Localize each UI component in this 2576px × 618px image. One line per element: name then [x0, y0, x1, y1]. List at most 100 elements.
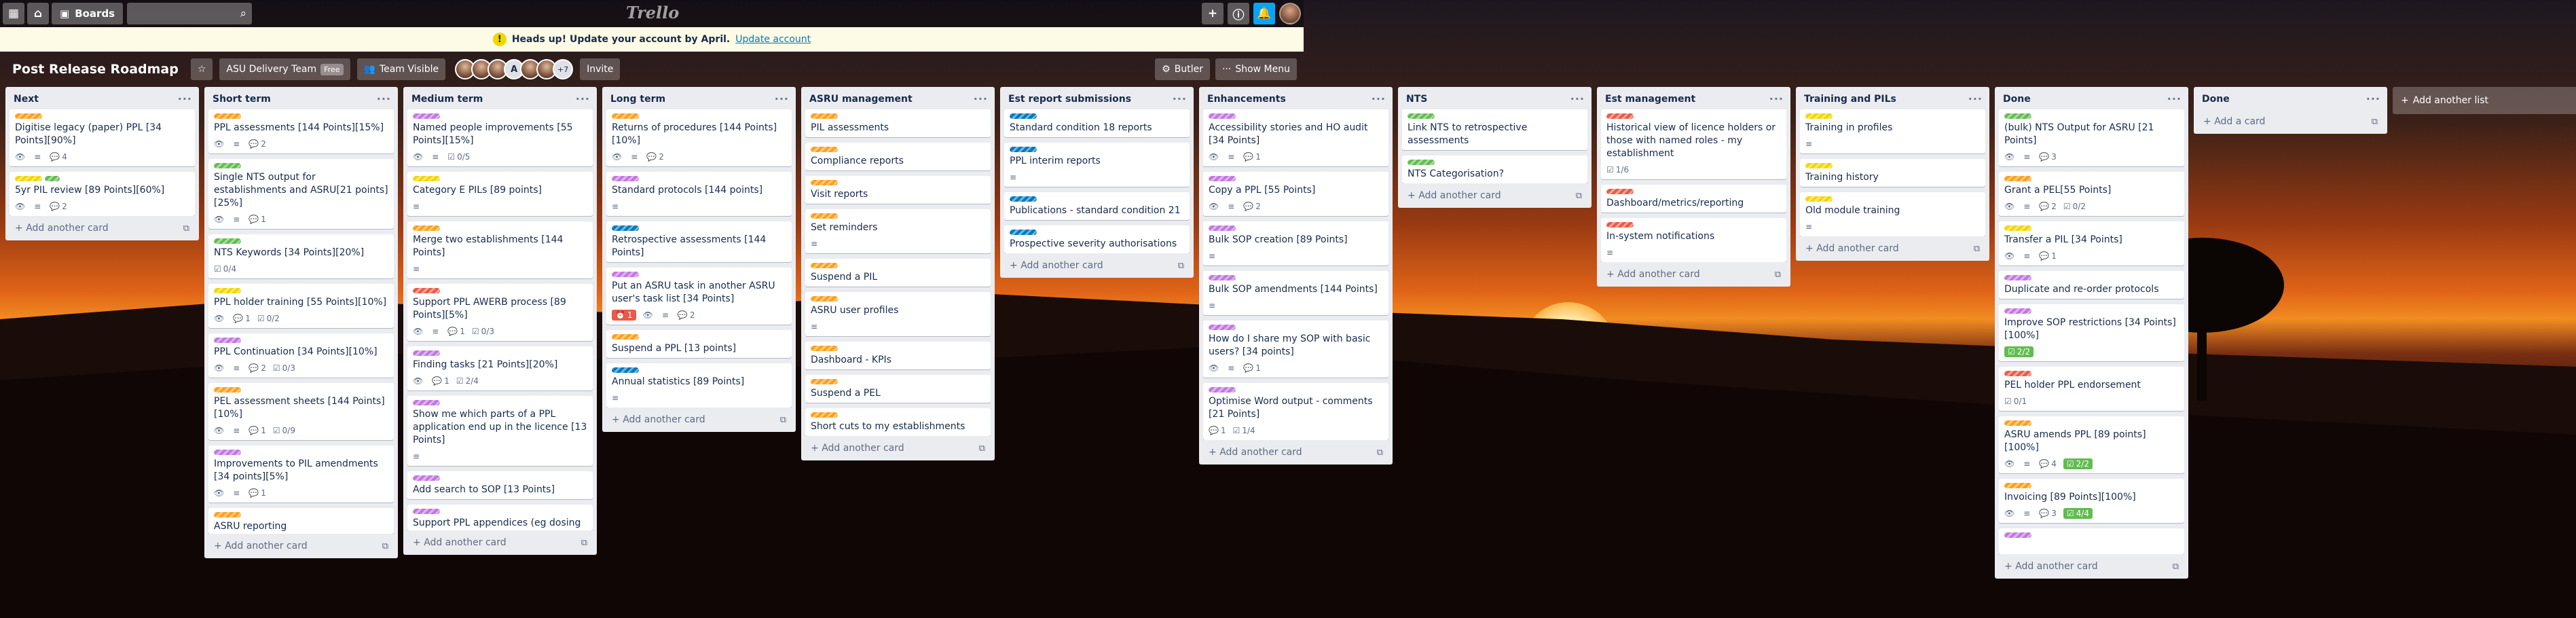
list-menu-icon[interactable]: ··· — [2366, 92, 2380, 105]
card[interactable]: Bulk SOP amendments [144 Points] ≡ — [1203, 271, 1388, 315]
list-header[interactable]: Next ··· — [5, 87, 199, 109]
card[interactable]: How do I share my SOP with basic users? … — [1203, 321, 1388, 378]
card[interactable]: Named people improvements [55 Points][15… — [407, 109, 593, 166]
card-template-icon[interactable]: ⧉ — [581, 538, 587, 548]
card[interactable]: ASRU amends PPL [89 points][100%] 👁 ≡ 💬 4 ☑ 2/… — [1999, 416, 2184, 473]
list-header[interactable]: Done ··· — [2194, 87, 2387, 109]
card[interactable]: Returns of procedures [144 Points][10%] 👁… — [606, 109, 792, 166]
add-card-button[interactable]: + Add another card ⧉ — [5, 216, 199, 240]
list[interactable]: Est management ··· Historical view of lice… — [1597, 87, 1790, 287]
list[interactable]: Next ··· Digitise legacy (paper) PPL [34 P… — [5, 87, 199, 240]
card[interactable]: NTS Categorisation? — [1402, 156, 1587, 183]
list[interactable]: Est report submissions ··· Standard condit… — [1000, 87, 1194, 278]
list-menu-icon[interactable]: ··· — [1968, 92, 1983, 105]
invite-button[interactable]: Invite — [580, 58, 621, 80]
list-menu-icon[interactable]: ··· — [1173, 92, 1187, 105]
list-title[interactable]: Short term — [213, 94, 271, 105]
update-account-link[interactable]: Update account — [735, 34, 811, 45]
create-button[interactable]: + — [1202, 3, 1223, 24]
more-members-button[interactable]: +7 — [553, 59, 574, 79]
home-button[interactable]: ⌂ — [27, 3, 49, 24]
card[interactable]: Suspend a PIL — [805, 259, 991, 287]
list-title[interactable]: NTS — [1406, 94, 1427, 105]
list-title[interactable]: Enhancements — [1207, 94, 1286, 105]
card[interactable]: Optimise Word output - comments [21 Poin… — [1203, 383, 1388, 440]
card[interactable]: Put an ASRU task in another ASRU user's … — [606, 268, 792, 325]
add-card-button[interactable]: + Add another card ⧉ — [1796, 236, 1989, 261]
card-template-icon[interactable]: ⧉ — [780, 415, 786, 425]
list-title[interactable]: Long term — [610, 94, 665, 105]
list-header[interactable]: NTS ··· — [1398, 87, 1591, 109]
list-title[interactable]: ASRU management — [809, 94, 913, 105]
card[interactable]: Improvements to PIL amendments [34 point… — [208, 446, 394, 503]
card[interactable]: PPL holder training [55 Points][10%] 👁 💬 1 ☑… — [208, 284, 394, 328]
add-card-button[interactable]: + Add another card ⧉ — [801, 436, 995, 460]
card-template-icon[interactable]: ⧉ — [1775, 270, 1781, 280]
card[interactable]: Invoicing [89 Points][100%] 👁 ≡ 💬 3 ☑ 4/4 — [1999, 479, 2184, 523]
notifications-button[interactable]: 🔔 — [1253, 3, 1275, 24]
list[interactable]: NTS ··· Link NTS to retrospective assessme… — [1398, 87, 1591, 208]
card-template-icon[interactable]: ⧉ — [1974, 244, 1980, 254]
card[interactable]: (bulk) NTS Output for ASRU [21 Points] 👁 ≡… — [1999, 109, 2184, 166]
card[interactable]: PPL interim reports ≡ — [1004, 143, 1190, 187]
card[interactable]: Suspend a PPL [13 points] — [606, 330, 792, 358]
card[interactable]: Old module training ≡ — [1800, 192, 1985, 236]
card[interactable]: Support PPL appendices (eg dosing — [407, 505, 593, 530]
card[interactable]: Duplicate and re-order protocols — [1999, 271, 2184, 299]
card[interactable]: 5yr PIL review [89 Points][60%] 👁 ≡ 💬 2 — [10, 172, 195, 216]
card[interactable]: Finding tasks [21 Points][20%] 👁 💬 1 ☑ 2/4 — [407, 346, 593, 390]
list-title[interactable]: Done — [2003, 94, 2031, 105]
card[interactable]: Suspend a PEL — [805, 375, 991, 403]
card[interactable]: Show me which parts of a PPL application… — [407, 396, 593, 466]
card[interactable]: Improve SOP restrictions [34 Points][100… — [1999, 304, 2184, 361]
user-avatar[interactable] — [1279, 3, 1301, 24]
search-input[interactable]: ⌕ — [127, 3, 253, 24]
card[interactable]: Dashboard/metrics/reporting — [1601, 185, 1786, 213]
card[interactable]: Category E PILs [89 points] ≡ — [407, 172, 593, 216]
card-template-icon[interactable]: ⧉ — [1576, 191, 1582, 201]
card-template-icon[interactable]: ⧉ — [1178, 261, 1184, 271]
list-menu-icon[interactable]: ··· — [1570, 92, 1585, 105]
card[interactable]: Retrospective assessments [144 Points] — [606, 221, 792, 262]
list-header[interactable]: Medium term ··· — [403, 87, 597, 109]
card[interactable]: Training history — [1800, 159, 1985, 187]
list-header[interactable]: ASRU management ··· — [801, 87, 995, 109]
list-menu-icon[interactable]: ··· — [377, 92, 391, 105]
card[interactable]: PEL assessment sheets [144 Points][10%] 👁… — [208, 383, 394, 440]
card-template-icon[interactable]: ⧉ — [979, 443, 985, 454]
card-template-icon[interactable]: ⧉ — [2372, 117, 2378, 127]
card[interactable]: Merge two establishments [144 Points] ≡ — [407, 221, 593, 278]
card[interactable]: Historical view of licence holders or th… — [1601, 109, 1786, 179]
show-menu-button[interactable]: ··· Show Menu — [1215, 58, 1297, 80]
list-menu-icon[interactable]: ··· — [775, 92, 789, 105]
card[interactable]: Set reminders ≡ — [805, 209, 991, 253]
card[interactable]: Bulk SOP creation [89 Points] ≡ — [1203, 221, 1388, 266]
board-title[interactable]: Post Release Roadmap — [7, 62, 184, 77]
card[interactable]: Prospective severity authorisations — [1004, 225, 1190, 253]
butler-button[interactable]: ⚙ Butler — [1155, 58, 1210, 80]
card[interactable]: Visit reports — [805, 176, 991, 204]
team-button[interactable]: ASU Delivery Team Free — [219, 58, 350, 80]
info-button[interactable]: ⓘ — [1228, 3, 1249, 24]
list-title[interactable]: Medium term — [411, 94, 483, 105]
list-menu-icon[interactable]: ··· — [1372, 92, 1386, 105]
list[interactable]: Long term ··· Returns of procedures [144 P… — [602, 87, 796, 432]
list[interactable]: Training and PILs ··· Training in profiles… — [1796, 87, 1989, 261]
card[interactable]: Copy a PPL [55 Points] 👁 ≡ 💬 2 — [1203, 172, 1388, 216]
card[interactable]: Standard condition 18 reports — [1004, 109, 1190, 137]
card[interactable]: Compliance reports — [805, 143, 991, 170]
list-menu-icon[interactable]: ··· — [178, 92, 192, 105]
card[interactable]: Single NTS output for establishments and… — [208, 159, 394, 229]
list-menu-icon[interactable]: ··· — [974, 92, 988, 105]
card[interactable]: PPL Continuation [34 Points][10%] 👁 ≡ 💬 2 ☑ 0/… — [208, 333, 394, 378]
list-title[interactable]: Est report submissions — [1008, 94, 1131, 105]
star-button[interactable]: ☆ — [190, 58, 213, 80]
list[interactable]: Done ··· (bulk) NTS Output for ASRU [21 Po… — [1995, 87, 2188, 579]
card[interactable]: PPL assessments [144 Points][15%] 👁 ≡ 💬 2 — [208, 109, 394, 153]
card[interactable]: Annual statistics [89 Points] ≡ — [606, 363, 792, 407]
list[interactable]: Done ··· + Add a card ⧉ — [2194, 87, 2387, 134]
card[interactable]: In-system notifications ≡ — [1601, 218, 1786, 262]
list-header[interactable]: Enhancements ··· — [1199, 87, 1393, 109]
card[interactable]: Support PPL AWERB process [89 Points][5%… — [407, 284, 593, 341]
add-card-button[interactable]: + Add another card ⧉ — [1398, 183, 1591, 208]
